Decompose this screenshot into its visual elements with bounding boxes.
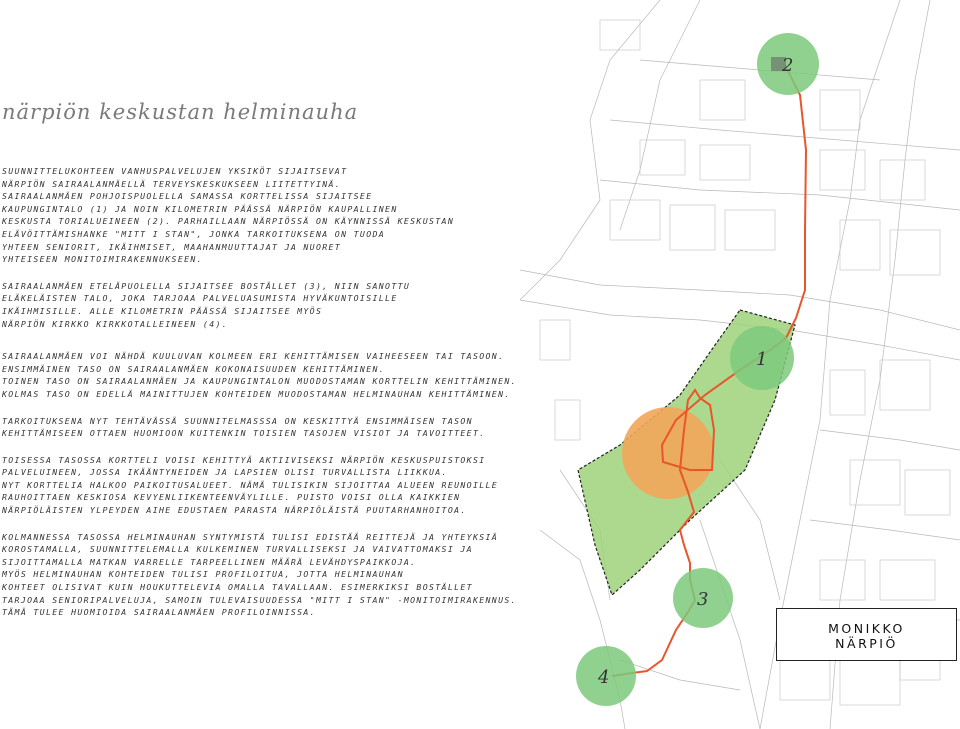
logo-line-2: NÄRPIÖ — [835, 636, 898, 651]
text-line: ELÄKELÄISTEN TALO, JOKA TARJOAA PALVELUA… — [2, 293, 398, 304]
text-line: KAUPUNGINTALO (1) JA NOIN KILOMETRIN PÄÄ… — [2, 203, 398, 214]
text-line: KOLMANNESSA TASOSSA HELMINAUHAN SYNTYMIS… — [2, 531, 499, 542]
paragraph-2: SAIRAALANMÄEN ETELÄPUOLELLA SIJAITSEE BO… — [2, 280, 522, 330]
marker-1-label: 1 — [756, 349, 767, 370]
text-line: TOISESSA TASOSSA KORTTELI VOISI KEHITTYÄ… — [2, 454, 486, 465]
text-line: KESKUSTA TORIALUEINEEN (2). PARHAILLAAN … — [2, 216, 455, 227]
paragraph-6: KOLMANNESSA TASOSSA HELMINAUHAN SYNTYMIS… — [2, 531, 522, 619]
text-line: TARJOAA SENIORIPALVELUJA, SAMOIN TULEVAI… — [2, 594, 517, 605]
text-line: YHTEEN SENIORIT, IKÄIHMISET, MAAHANMUUTT… — [2, 241, 342, 252]
text-line: NÄRPIÖLÄISTEN YLPEYDEN AIHE EDUSTAEN PAR… — [2, 505, 467, 516]
text-line: KEHITTÄMISEEN OTTAEN HUOMIOON KUITENKIN … — [2, 428, 486, 439]
page-title: närpiön keskustan helminauha — [2, 100, 359, 124]
marker-1[interactable]: 1 — [730, 326, 794, 390]
text-line: SAIRAALANMÄEN VOI NÄHDÄ KUULUVAN KOLMEEN… — [2, 351, 505, 362]
paragraph-5: TOISESSA TASOSSA KORTTELI VOISI KEHITTYÄ… — [2, 454, 522, 517]
text-line: KOLMAS TASO ON EDELLÄ MAINITTUJEN KOHTEI… — [2, 388, 511, 399]
text-line: TOINEN TASO ON SAIRAALANMÄEN JA KAUPUNGI… — [2, 376, 517, 387]
text-line: KOHTEET OLISIVAT KUIN HOUKUTTELEVIA OMAL… — [2, 582, 473, 593]
marker-2-label: 2 — [781, 55, 793, 76]
monikko-logo: MONIKKO NÄRPIÖ — [776, 608, 957, 661]
marker-3-label: 3 — [697, 589, 708, 610]
text-line: NÄRPIÖN KIRKKO KIRKKOTALLEINEEN (4). — [2, 318, 229, 329]
text-line: ELÄVÖITTÄMISHANKE "MITT I STAN", JONKA T… — [2, 228, 386, 239]
text-line: IKÄIHMISILLE. ALLE KILOMETRIN PÄÄSSÄ SIJ… — [2, 305, 323, 316]
logo-line-1: MONIKKO — [828, 621, 905, 636]
text-line: TARKOITUKSENA NYT TEHTÄVÄSSÄ SUUNNITELMA… — [2, 415, 473, 426]
paragraph-3: SAIRAALANMÄEN VOI NÄHDÄ KUULUVAN KOLMEEN… — [2, 350, 522, 400]
text-line: MYÖS HELMINAUHAN KOHTEIDEN TULISI PROFIL… — [2, 569, 404, 580]
text-line: PALVELUINEEN, JOSSA IKÄÄNTYNEIDEN JA LAP… — [2, 467, 448, 478]
marker-4[interactable]: 4 — [576, 646, 636, 706]
text-line: SIJOITTAMALLA MATKAN VARRELLE TARPEELLIN… — [2, 556, 417, 567]
paragraph-4: TARKOITUKSENA NYT TEHTÄVÄSSÄ SUUNNITELMA… — [2, 415, 522, 440]
marker-4-label: 4 — [597, 667, 609, 688]
text-line: SUUNNITTELUKOHTEEN VANHUSPALVELUJEN YKSI… — [2, 166, 348, 176]
text-line: RAUHOITTAEN KESKIOSA KEVYENLIIKENTEENVÄY… — [2, 492, 461, 503]
text-line: YHTEISEEN MONITOIMIRAKENNUKSEEN. — [2, 254, 203, 265]
text-line: TÄMÄ TULEE HUOMIOIDA SAIRAALANMÄEN PROFI… — [2, 607, 316, 618]
paragraph-1: SUUNNITTELUKOHTEEN VANHUSPALVELUJEN YKSI… — [2, 165, 522, 266]
text-line: SAIRAALANMÄEN ETELÄPUOLELLA SIJAITSEE BO… — [2, 280, 411, 291]
focus-area-circle — [622, 407, 714, 499]
marker-2[interactable]: 2 — [757, 33, 819, 95]
text-line: ENSIMMÄINEN TASO ON SAIRAALANMÄEN KOKONA… — [2, 363, 386, 374]
text-line: KOROSTAMALLA, SUUNNITTELEMALLA KULKEMINE… — [2, 544, 473, 555]
marker-3[interactable]: 3 — [673, 568, 733, 628]
text-line: NÄRPIÖN SAIRAALANMÄELLÄ TERVEYSKESKUKSEE… — [2, 178, 342, 189]
description-text: SUUNNITTELUKOHTEEN VANHUSPALVELUJEN YKSI… — [2, 165, 522, 633]
text-line: NYT KORTTELIA HALKOO PAIKOITUSALUEET. NÄ… — [2, 479, 499, 490]
text-line: SAIRAALANMÄEN POHJOISPUOLELLA SAMASSA KO… — [2, 191, 373, 202]
